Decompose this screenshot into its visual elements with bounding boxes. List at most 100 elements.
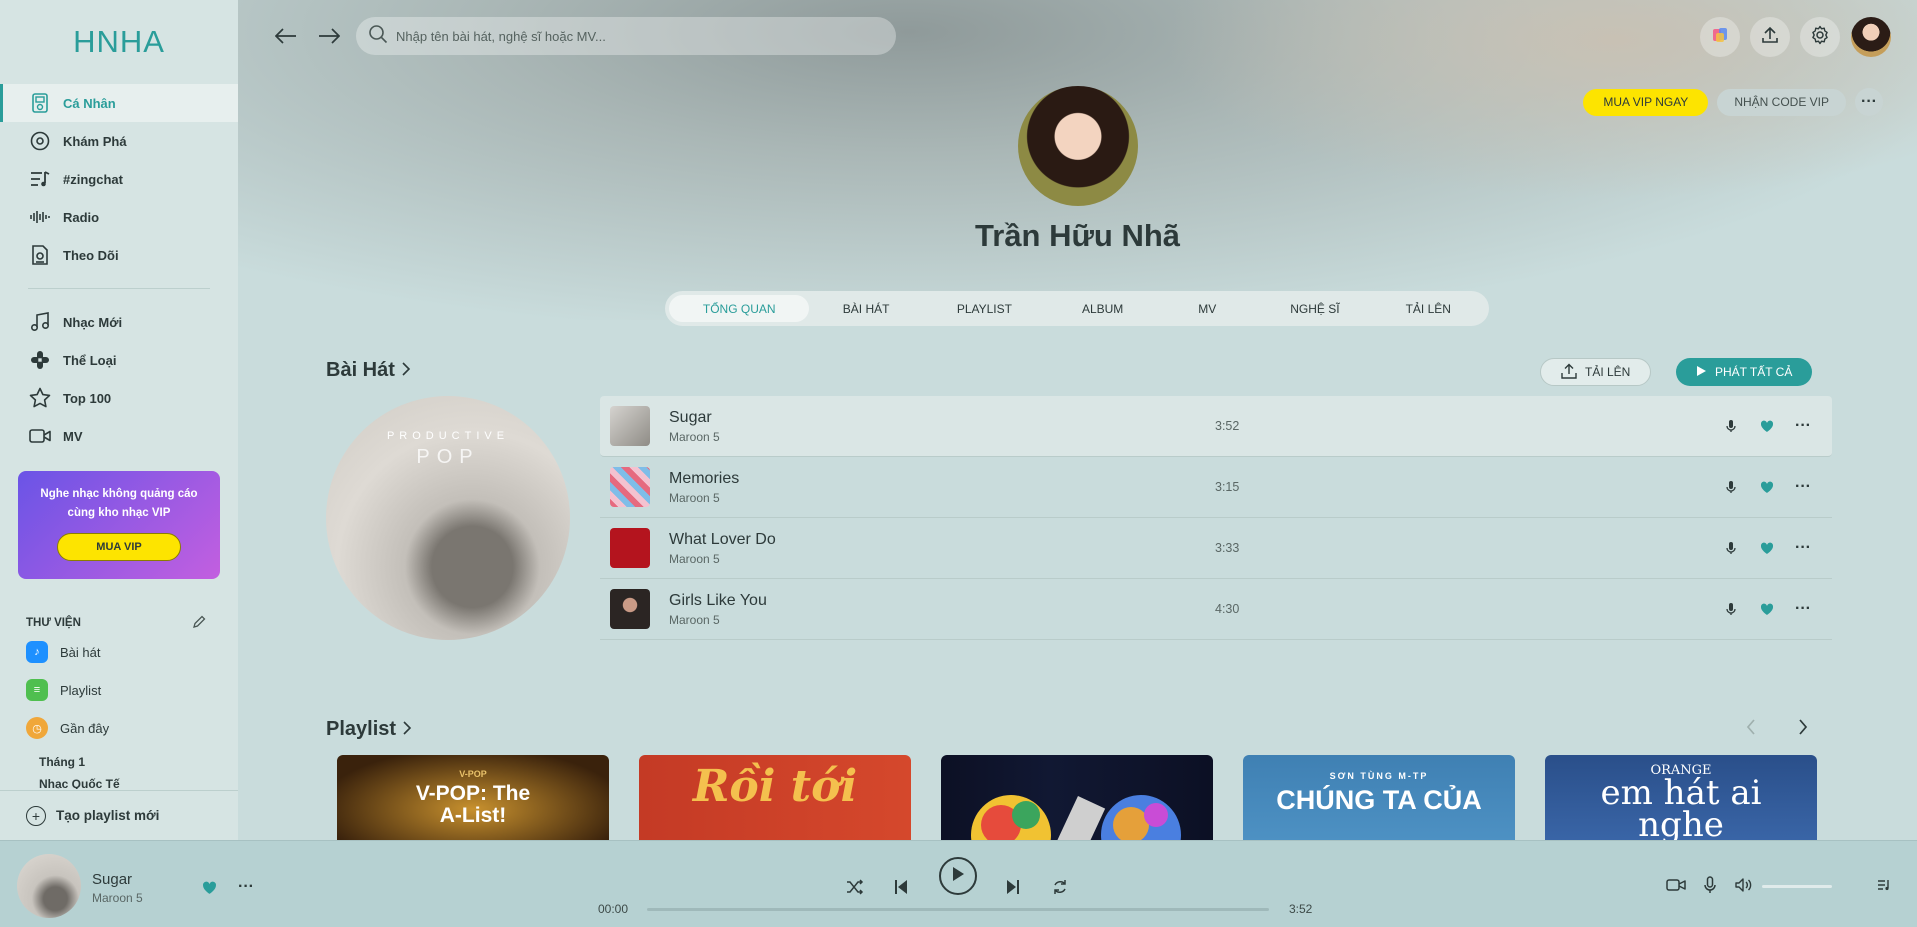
song-title[interactable]: Memories	[669, 470, 1209, 488]
play-all-label: PHÁT TẤT CẢ	[1715, 365, 1793, 379]
create-playlist-button[interactable]: + Tạo playlist mới	[0, 790, 238, 840]
heart-filled-icon[interactable]	[202, 881, 217, 900]
karaoke-mic-icon[interactable]	[1724, 541, 1738, 555]
library-playlist-item[interactable]: Tháng 1	[0, 747, 238, 777]
playlist-section-title[interactable]: Playlist	[326, 718, 412, 741]
app-logo[interactable]: HNHA	[0, 0, 238, 84]
tab-album[interactable]: ALBUM	[1049, 295, 1156, 322]
search-bar[interactable]	[356, 17, 896, 55]
playlist-card[interactable]: Rồi tới	[639, 755, 911, 840]
playlist-card[interactable]: ORANGE em hát ai nghe	[1545, 755, 1817, 840]
song-row[interactable]: Memories Maroon 5 3:15 ···	[600, 457, 1832, 518]
sidebar-item-label: MV	[63, 428, 83, 444]
sidebar-item-the-loai[interactable]: Thể Loại	[0, 341, 238, 379]
song-duration: 3:52	[1215, 419, 1240, 433]
edit-pencil-icon[interactable]	[192, 615, 206, 632]
tab-nghe-si[interactable]: NGHỆ SĨ	[1258, 295, 1371, 322]
song-row[interactable]: Sugar Maroon 5 3:52 ···	[600, 396, 1832, 457]
karaoke-mic-icon[interactable]	[1724, 602, 1738, 616]
now-playing-artist[interactable]: Maroon 5	[92, 891, 143, 905]
buy-vip-button[interactable]: MUA VIP	[57, 533, 181, 561]
vip-promo-text: Nghe nhạc không quảng cáo cùng kho nhạc …	[40, 488, 198, 519]
sidebar-item-kham-pha[interactable]: Khám Phá	[0, 122, 238, 160]
next-track-icon[interactable]	[1006, 879, 1020, 895]
tab-bai-hat[interactable]: BÀI HÁT	[812, 295, 919, 322]
buy-vip-now-button[interactable]: MUA VIP NGAY	[1583, 88, 1709, 116]
shuffle-icon[interactable]	[846, 879, 864, 895]
carousel-prev-icon[interactable]	[1746, 718, 1756, 741]
library-playlist-item[interactable]: Nhạc Quốc Tế	[0, 777, 238, 789]
theme-button[interactable]	[1700, 17, 1740, 57]
playlist-carousel: V-POP V-POP: The A-List! Rồi tới SƠN TÙN…	[337, 755, 1817, 840]
sidebar-item-nhac-moi[interactable]: Nhạc Mới	[0, 303, 238, 341]
get-vip-code-button[interactable]: NHẬN CODE VIP	[1717, 88, 1846, 116]
song-title[interactable]: What Lover Do	[669, 531, 1209, 549]
tab-tong-quan[interactable]: TỔNG QUAN	[669, 295, 810, 322]
back-arrow-icon[interactable]	[274, 24, 297, 50]
volume-slider[interactable]	[1762, 885, 1832, 888]
star-icon	[29, 387, 51, 409]
more-horizontal-icon[interactable]: ···	[1795, 417, 1811, 435]
tab-tai-len[interactable]: TẢI LÊN	[1375, 295, 1482, 322]
tab-playlist[interactable]: PLAYLIST	[923, 295, 1046, 322]
sidebar-item-theo-doi[interactable]: Theo Dõi	[0, 236, 238, 274]
carousel-next-icon[interactable]	[1798, 718, 1808, 741]
progress-bar[interactable]	[647, 908, 1269, 911]
play-all-button[interactable]: PHÁT TẤT CẢ	[1676, 358, 1813, 386]
library-item-gan-day[interactable]: ◷ Gần đây	[0, 709, 238, 747]
playlist-queue-icon[interactable]	[1877, 879, 1891, 891]
play-pause-button[interactable]	[939, 857, 977, 895]
heart-filled-icon[interactable]	[1760, 542, 1774, 555]
playlist-card[interactable]	[941, 755, 1213, 840]
now-playing-title[interactable]: Sugar	[92, 871, 132, 888]
song-artist[interactable]: Maroon 5	[669, 430, 1209, 444]
karaoke-mic-icon[interactable]	[1724, 480, 1738, 494]
settings-button[interactable]	[1800, 17, 1840, 57]
song-artist[interactable]: Maroon 5	[669, 613, 1209, 627]
karaoke-mic-icon[interactable]	[1724, 419, 1738, 433]
library-item-playlist[interactable]: ≡ Playlist	[0, 671, 238, 709]
more-horizontal-icon[interactable]: ···	[238, 878, 254, 896]
heart-filled-icon[interactable]	[1760, 420, 1774, 433]
sidebar-item-label: Thể Loại	[63, 352, 117, 368]
repeat-icon[interactable]	[1052, 879, 1068, 895]
mv-video-icon[interactable]	[1666, 877, 1686, 893]
sidebar-item-zingchat[interactable]: #zingchat	[0, 160, 238, 198]
sidebar-item-mv[interactable]: MV	[0, 417, 238, 455]
sidebar-item-top-100[interactable]: Top 100	[0, 379, 238, 417]
upload-song-button[interactable]: TẢI LÊN	[1540, 358, 1652, 386]
more-options-icon[interactable]: ···	[1855, 88, 1883, 116]
song-artist[interactable]: Maroon 5	[669, 491, 1209, 505]
main-content: MUA VIP NGAY NHẬN CODE VIP ··· Trần Hữu …	[238, 0, 1917, 840]
more-horizontal-icon[interactable]: ···	[1795, 539, 1811, 557]
vip-actions: MUA VIP NGAY NHẬN CODE VIP ···	[1583, 88, 1883, 116]
sidebar-item-ca-nhan[interactable]: Cá Nhân	[0, 84, 238, 122]
upload-top-button[interactable]	[1750, 17, 1790, 57]
playlist-card[interactable]: V-POP V-POP: The A-List!	[337, 755, 609, 840]
song-row[interactable]: Girls Like You Maroon 5 4:30 ···	[600, 579, 1832, 640]
library-item-bai-hat[interactable]: ♪ Bài hát	[0, 633, 238, 671]
profile-avatar	[1018, 86, 1138, 206]
heart-filled-icon[interactable]	[1760, 481, 1774, 494]
karaoke-mic-icon[interactable]	[1704, 876, 1716, 894]
now-playing-thumbnail[interactable]	[17, 854, 81, 918]
sidebar-item-label: Radio	[63, 209, 100, 225]
playlist-card[interactable]: SƠN TÙNG M-TP CHÚNG TA CỦA	[1243, 755, 1515, 840]
heart-filled-icon[interactable]	[1760, 603, 1774, 616]
volume-icon[interactable]	[1735, 878, 1753, 892]
tab-mv[interactable]: MV	[1159, 295, 1255, 322]
sidebar-item-radio[interactable]: Radio	[0, 198, 238, 236]
song-artist[interactable]: Maroon 5	[669, 552, 1209, 566]
songs-section-title[interactable]: Bài Hát	[326, 359, 411, 382]
more-horizontal-icon[interactable]: ···	[1795, 478, 1811, 496]
search-input[interactable]	[396, 28, 876, 44]
song-title[interactable]: Sugar	[669, 409, 1209, 427]
album-cover-image[interactable]: PRODUCTIVE POP	[326, 396, 570, 640]
user-avatar[interactable]	[1851, 17, 1891, 57]
more-horizontal-icon[interactable]: ···	[1795, 600, 1811, 618]
previous-track-icon[interactable]	[894, 879, 908, 895]
song-row[interactable]: What Lover Do Maroon 5 3:33 ···	[600, 518, 1832, 579]
forward-arrow-icon[interactable]	[318, 24, 341, 50]
song-thumbnail	[610, 528, 650, 568]
song-title[interactable]: Girls Like You	[669, 592, 1209, 610]
